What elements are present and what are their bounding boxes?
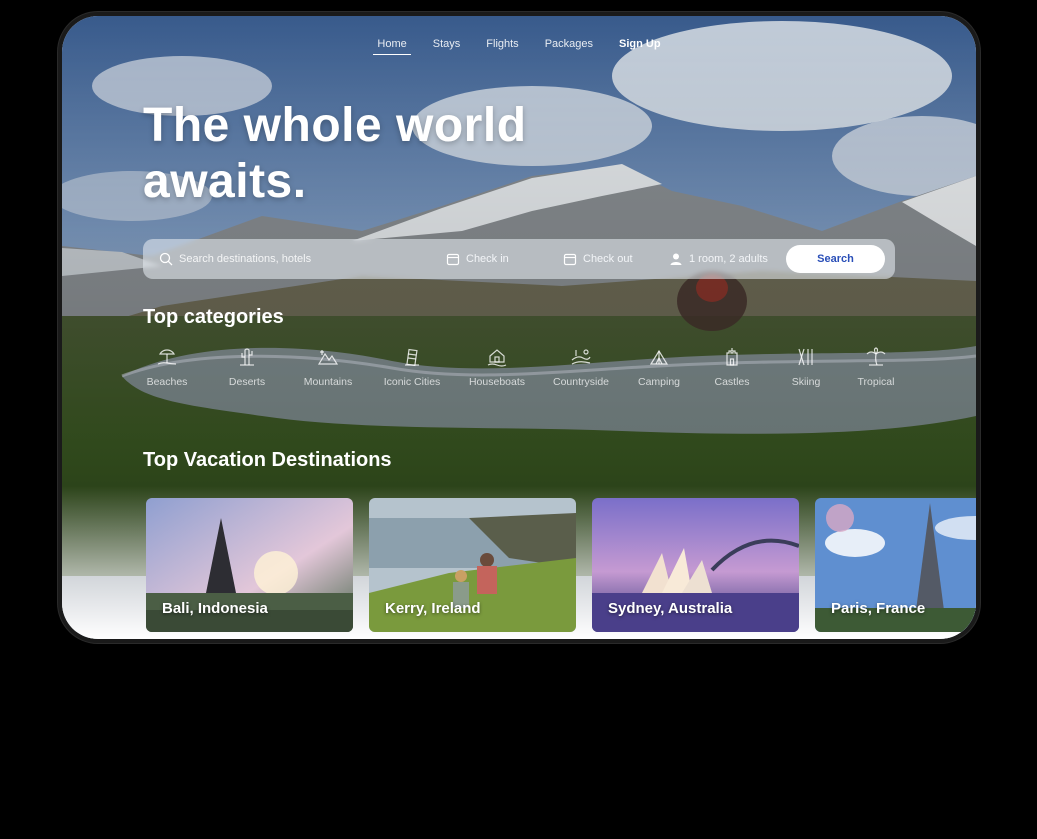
search-bar: Search destinations, hotels Check in Che… xyxy=(143,239,895,279)
device-frame: Home Stays Flights Packages Sign Up The … xyxy=(58,12,980,643)
hero-title: The whole world awaits. xyxy=(143,98,603,210)
category-houseboats[interactable]: Houseboats xyxy=(457,346,537,388)
cactus-icon xyxy=(240,348,254,366)
card-label: Bali, Indonesia xyxy=(162,600,268,617)
destination-card-sydney[interactable]: Sydney, Australia xyxy=(592,498,799,632)
countryside-icon xyxy=(571,349,591,365)
category-castles[interactable]: Castles xyxy=(692,346,772,388)
calendar-icon xyxy=(563,253,577,266)
check-out-label: Check out xyxy=(583,253,633,265)
card-label: Kerry, Ireland xyxy=(385,600,481,617)
castle-icon xyxy=(726,348,738,366)
category-iconic-cities[interactable]: Iconic Cities xyxy=(372,346,452,388)
screen: Home Stays Flights Packages Sign Up The … xyxy=(62,16,976,639)
category-mountains[interactable]: Mountains xyxy=(288,346,368,388)
ski-icon xyxy=(798,348,813,366)
guests-field[interactable]: 1 room, 2 adults xyxy=(669,239,768,279)
category-skiing[interactable]: Skiing xyxy=(766,346,846,388)
search-input[interactable]: Search destinations, hotels xyxy=(159,239,429,279)
tent-icon xyxy=(649,349,669,365)
category-beaches[interactable]: Beaches xyxy=(127,346,207,388)
categories-title: Top categories xyxy=(143,306,284,328)
mountain-icon xyxy=(317,350,339,365)
destinations-title: Top Vacation Destinations xyxy=(143,449,392,471)
category-deserts[interactable]: Deserts xyxy=(207,346,287,388)
category-camping[interactable]: Camping xyxy=(619,346,699,388)
destinations-list: Bali, Indonesia Kerry, Ireland Sydney, A… xyxy=(146,498,976,633)
nav-home[interactable]: Home xyxy=(373,38,412,55)
destination-card-kerry[interactable]: Kerry, Ireland xyxy=(369,498,576,632)
destination-card-bali[interactable]: Bali, Indonesia xyxy=(146,498,353,632)
hero-title-line1: The whole world xyxy=(143,99,527,152)
hero-title-line2: awaits. xyxy=(143,155,307,208)
search-placeholder: Search destinations, hotels xyxy=(179,253,312,265)
destination-card-paris[interactable]: Paris, France xyxy=(815,498,976,632)
categories-list: Beaches Deserts Mountains Iconic Cities … xyxy=(143,346,903,406)
guests-label: 1 room, 2 adults xyxy=(689,253,768,265)
nav-stays[interactable]: Stays xyxy=(433,38,461,55)
top-nav: Home Stays Flights Packages Sign Up xyxy=(62,38,976,55)
nav-packages[interactable]: Packages xyxy=(545,38,593,55)
houseboat-icon xyxy=(487,349,507,367)
palm-icon xyxy=(866,347,886,366)
search-icon xyxy=(159,252,173,266)
tower-icon xyxy=(405,348,419,367)
calendar-icon xyxy=(446,253,460,266)
card-label: Paris, France xyxy=(831,600,926,617)
check-in-field[interactable]: Check in xyxy=(446,239,509,279)
card-label: Sydney, Australia xyxy=(608,600,733,617)
category-tropical[interactable]: Tropical xyxy=(836,346,916,388)
check-in-label: Check in xyxy=(466,253,509,265)
person-icon xyxy=(670,253,682,265)
beach-icon xyxy=(157,349,177,365)
search-button[interactable]: Search xyxy=(786,245,885,273)
nav-flights[interactable]: Flights xyxy=(486,38,518,55)
category-countryside[interactable]: Countryside xyxy=(541,346,621,388)
nav-sign-up[interactable]: Sign Up xyxy=(619,38,661,55)
check-out-field[interactable]: Check out xyxy=(563,239,633,279)
